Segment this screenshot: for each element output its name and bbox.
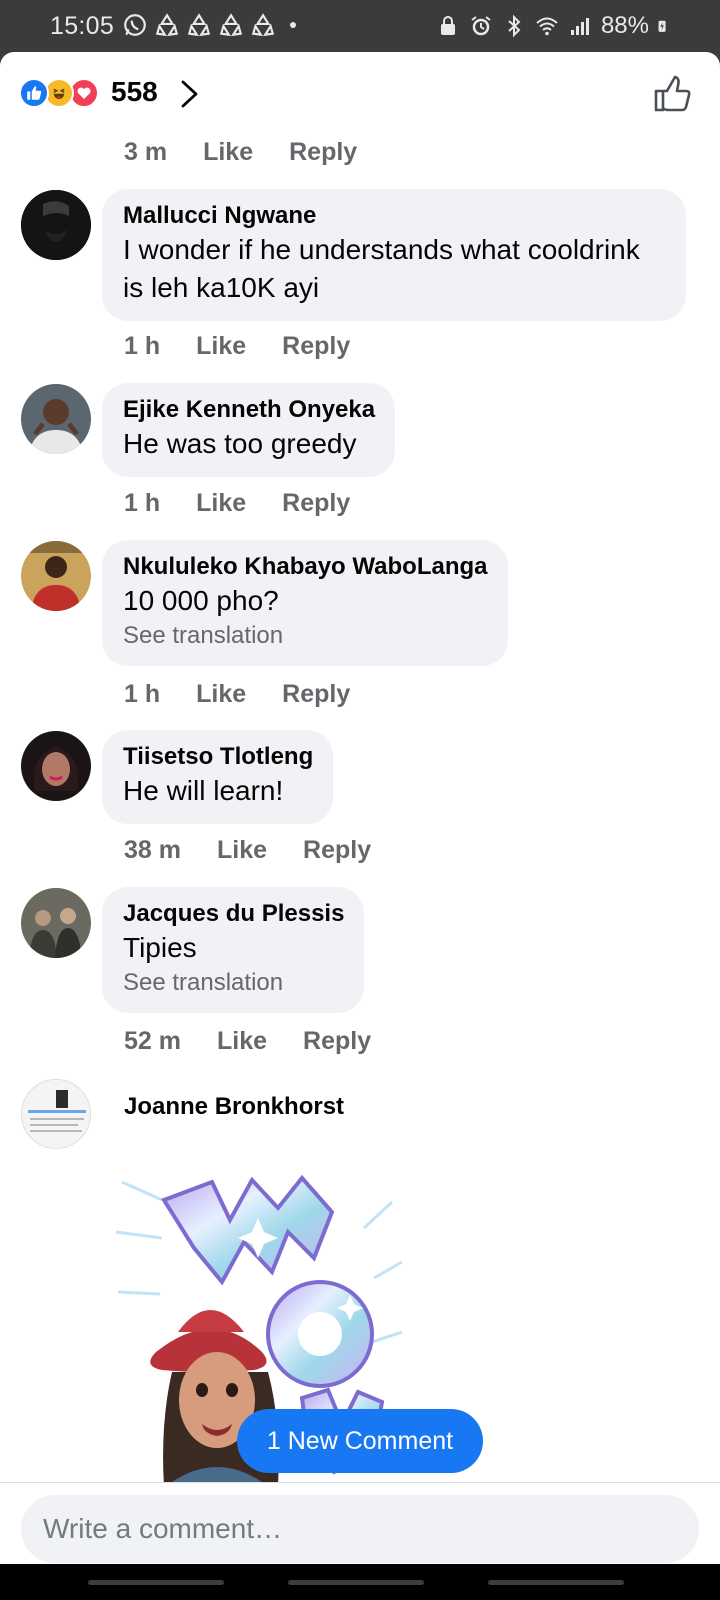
recycle-icon bbox=[251, 13, 275, 37]
reply-link[interactable]: Reply bbox=[303, 836, 371, 865]
like-link[interactable]: Like bbox=[217, 1027, 267, 1056]
nav-home-button[interactable] bbox=[288, 1580, 424, 1585]
nav-recents-button[interactable] bbox=[88, 1580, 224, 1585]
new-comment-button[interactable]: 1 New Comment bbox=[237, 1409, 483, 1473]
avatar[interactable] bbox=[21, 731, 91, 801]
recycle-icon bbox=[219, 13, 243, 37]
avatar[interactable] bbox=[21, 190, 91, 260]
system-status: 88% bbox=[436, 12, 672, 40]
comment-time: 52 m bbox=[124, 1027, 181, 1055]
status-time: 15:05 bbox=[50, 12, 115, 40]
comments-sheet: 558 3 m Like Reply Mallucci Ngwane I won… bbox=[0, 52, 720, 1564]
avatar[interactable] bbox=[21, 541, 91, 611]
comment-text: Tipies bbox=[123, 932, 197, 963]
reply-link[interactable]: Reply bbox=[289, 138, 357, 167]
comment-meta: 52 m Like Reply bbox=[124, 1027, 407, 1056]
comment-composer bbox=[0, 1482, 720, 1564]
comment-time: 3 m bbox=[124, 138, 168, 166]
comment-text: I wonder if he understands what cooldrin… bbox=[123, 234, 640, 303]
chevron-right-icon[interactable] bbox=[178, 77, 202, 111]
system-nav-bar bbox=[0, 1564, 720, 1600]
like-reaction-icon bbox=[19, 78, 49, 108]
reply-link[interactable]: Reply bbox=[282, 489, 350, 518]
like-link[interactable]: Like bbox=[203, 138, 253, 167]
recycle-icon bbox=[187, 13, 211, 37]
reaction-icons bbox=[19, 78, 99, 108]
reply-link[interactable]: Reply bbox=[282, 680, 350, 709]
comment-text: He will learn! bbox=[123, 775, 284, 806]
comment-time: 1 h bbox=[124, 332, 161, 360]
comment-author[interactable]: Tiisetso Tlotleng bbox=[123, 742, 313, 772]
comment-meta: 1 h Like Reply bbox=[124, 489, 386, 518]
signal-icon bbox=[570, 18, 589, 35]
status-bar: 15:05 88% bbox=[0, 0, 720, 52]
comment-author[interactable]: Jacques du Plessis bbox=[123, 899, 344, 929]
comment-meta: 3 m Like Reply bbox=[124, 138, 393, 167]
battery-percentage: 88% bbox=[600, 12, 649, 39]
wifi-icon bbox=[536, 17, 558, 36]
comment-text: 10 000 pho? bbox=[123, 585, 279, 616]
comment-author[interactable]: Ejike Kenneth Onyeka bbox=[123, 395, 375, 425]
reply-link[interactable]: Reply bbox=[282, 332, 350, 361]
comment-bubble: Ejike Kenneth Onyeka He was too greedy bbox=[102, 383, 396, 477]
more-notifications-dot bbox=[290, 22, 296, 28]
recycle-icon bbox=[155, 13, 179, 37]
bluetooth-icon bbox=[508, 14, 521, 38]
whatsapp-icon bbox=[124, 14, 146, 36]
like-button-icon[interactable] bbox=[652, 74, 692, 114]
comment-author[interactable]: Joanne Bronkhorst bbox=[124, 1092, 344, 1122]
see-translation-link[interactable]: See translation bbox=[123, 967, 344, 999]
reactions-header[interactable]: 558 bbox=[0, 52, 720, 134]
avatar[interactable] bbox=[21, 1079, 91, 1149]
like-link[interactable]: Like bbox=[196, 489, 246, 518]
battery-charging-icon bbox=[658, 20, 666, 32]
notification-icons bbox=[122, 12, 296, 38]
avatar[interactable] bbox=[21, 384, 91, 454]
comment-bubble: Mallucci Ngwane I wonder if he understan… bbox=[102, 189, 686, 321]
comment-text: He was too greedy bbox=[123, 428, 357, 459]
see-translation-link[interactable]: See translation bbox=[123, 620, 488, 652]
like-link[interactable]: Like bbox=[196, 332, 246, 361]
nav-back-button[interactable] bbox=[488, 1580, 624, 1585]
comment-author[interactable]: Nkululeko Khabayo WaboLanga bbox=[123, 552, 488, 582]
comment-author[interactable]: Mallucci Ngwane bbox=[123, 201, 666, 231]
comment-input[interactable] bbox=[21, 1495, 699, 1563]
comment-bubble: Jacques du Plessis Tipies See translatio… bbox=[102, 887, 365, 1013]
like-link[interactable]: Like bbox=[217, 836, 267, 865]
avatar[interactable] bbox=[21, 888, 91, 958]
comment-bubble: Nkululeko Khabayo WaboLanga 10 000 pho? … bbox=[102, 540, 508, 666]
reply-link[interactable]: Reply bbox=[303, 1027, 371, 1056]
reaction-count: 558 bbox=[111, 76, 158, 107]
like-link[interactable]: Like bbox=[196, 680, 246, 709]
comment-time: 38 m bbox=[124, 836, 181, 864]
comment-time: 1 h bbox=[124, 680, 161, 708]
comment-meta: 1 h Like Reply bbox=[124, 332, 386, 361]
comment-time: 1 h bbox=[124, 489, 161, 517]
lock-icon bbox=[440, 16, 455, 35]
wow-avatar-sticker[interactable] bbox=[102, 1162, 432, 1532]
comment-meta: 38 m Like Reply bbox=[124, 836, 407, 865]
comment-meta: 1 h Like Reply bbox=[124, 680, 386, 709]
alarm-icon bbox=[471, 16, 491, 36]
comment-bubble: Tiisetso Tlotleng He will learn! bbox=[102, 730, 334, 824]
